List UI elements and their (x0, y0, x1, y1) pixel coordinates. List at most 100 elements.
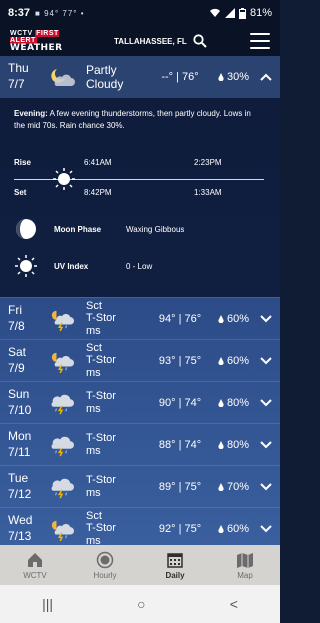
daily-forecast-list[interactable]: Thu 7/7 Partly Cloudy --° | 76° 30% Even… (0, 56, 280, 545)
chevron-up-icon[interactable] (260, 73, 272, 81)
low-temp: 75° (184, 522, 202, 535)
moonrise-time: 2:23PM (194, 158, 222, 167)
search-icon[interactable] (193, 34, 207, 48)
home-button[interactable]: ○ (137, 596, 145, 612)
condition-line2: T-Stor (86, 473, 116, 486)
logo-brand: WCTV (10, 29, 33, 37)
high-temp: 94° (158, 312, 176, 325)
condition-line1: Sct (86, 341, 102, 354)
uv-sun-icon (15, 255, 37, 277)
day-label: Wed 7/13 (8, 513, 48, 544)
condition-line1: Sct (86, 299, 102, 312)
rain-value: 80% (227, 396, 250, 409)
chevron-down-icon[interactable] (260, 398, 272, 407)
temperatures: 89° | 75° (142, 481, 218, 493)
hamburger-menu-icon[interactable] (250, 33, 270, 49)
storm-icon (51, 394, 74, 414)
sun-storm-icon (51, 310, 74, 331)
condition-text: Partly Cloudy (86, 62, 124, 91)
condition-line2: T-Stor (86, 312, 116, 325)
forecast-row-sat[interactable]: Sat 7/9 Sct T-Stor ms 93° | 75° 60% (0, 339, 280, 381)
day-label: Thu 7/7 (8, 61, 48, 92)
nav-label-daily: Daily (165, 570, 185, 580)
storm-icon (51, 478, 74, 498)
condition-line2: T-Stor (86, 354, 116, 367)
day-name: Sat (8, 344, 27, 359)
forecast-row-tue[interactable]: Tue 7/12 T-Stor ms 89° | 75° 70% (0, 465, 280, 507)
moon-phase-label: Moon Phase (54, 224, 102, 234)
rain-chance: 80% (218, 439, 260, 451)
notification-icons: ■ 94° 77° • (35, 8, 85, 18)
calendar-icon (167, 552, 183, 568)
rain-value: 80% (227, 438, 250, 451)
chevron-down-icon[interactable] (260, 440, 272, 449)
nav-daily[interactable]: Daily (140, 545, 210, 585)
day-name: Thu (8, 61, 29, 76)
day-date: 7/10 (8, 402, 32, 417)
rain-chance: 60% (218, 313, 260, 325)
temperatures: 90° | 74° (142, 397, 218, 409)
moon-phase-value: Waxing Gibbous (126, 224, 185, 234)
temperatures: 94° | 76° (142, 313, 218, 325)
nav-label-map: Map (237, 570, 253, 580)
day-date: 7/7 (8, 77, 25, 91)
condition-line3: ms (86, 444, 101, 457)
period-label: Evening: (14, 109, 48, 118)
forecast-row-expanded[interactable]: Thu 7/7 Partly Cloudy --° | 76° 30% (0, 56, 280, 98)
temperatures: 88° | 74° (142, 439, 218, 451)
wctv-logo[interactable]: WCTV FIRST ALERT WEATHER (10, 29, 66, 53)
day-label: Mon 7/11 (8, 429, 48, 460)
forecast-description: Evening: A few evening thunderstorms, th… (14, 108, 264, 131)
raindrop-icon (218, 356, 224, 365)
raindrop-icon (218, 398, 224, 407)
high-temp: --° (161, 71, 174, 83)
day-rows: Fri 7/8 Sct T-Stor ms 94° | 76° 60% Sat 7/9 Sct T-… (0, 297, 280, 545)
nav-wctv[interactable]: WCTV (0, 545, 70, 585)
moon-cloud-icon (51, 69, 75, 86)
day-name: Tue (8, 470, 29, 485)
day-label: Fri 7/8 (8, 303, 48, 334)
low-temp: 75° (184, 354, 202, 367)
day-date: 7/8 (8, 318, 25, 333)
rain-chance: 70% (218, 481, 260, 493)
condition-line3: ms (86, 366, 101, 379)
back-button[interactable]: < (230, 596, 238, 612)
day-label: Tue 7/12 (8, 471, 48, 502)
raindrop-icon (218, 524, 224, 533)
set-label: Set (14, 188, 27, 197)
chevron-down-icon[interactable] (260, 356, 272, 365)
status-bar: 8:37 ■ 94° 77° • 81% (0, 0, 280, 26)
sunrise-time: 6:41AM (84, 158, 112, 167)
location-label[interactable]: TALLAHASSEE, FL (114, 37, 187, 46)
forecast-row-sun[interactable]: Sun 7/10 T-Stor ms 90° | 74° 80% (0, 381, 280, 423)
moon-phase-icon (16, 219, 36, 239)
day-label: Sat 7/9 (8, 345, 48, 376)
logo-line1: WCTV FIRST ALERT (10, 29, 66, 44)
condition-line1: Sct (86, 509, 102, 522)
temp-separator: | (178, 480, 182, 493)
chevron-down-icon[interactable] (260, 314, 272, 323)
wifi-icon (209, 8, 220, 17)
sun-moon-times: Rise Set 6:41AM 8:42PM 2:23PM 1:33AM (14, 154, 264, 206)
recents-button[interactable]: ||| (42, 596, 53, 612)
moon-phase-row: Moon Phase Waxing Gibbous (14, 215, 264, 243)
chevron-down-icon[interactable] (260, 524, 272, 533)
chevron-down-icon[interactable] (260, 482, 272, 491)
nav-map[interactable]: Map (210, 545, 280, 585)
condition-line3: ms (86, 402, 101, 415)
nav-hourly[interactable]: Hourly (70, 545, 140, 585)
temp-separator: | (178, 522, 182, 535)
forecast-row-fri[interactable]: Fri 7/8 Sct T-Stor ms 94° | 76° 60% (0, 297, 280, 339)
sun-storm-icon (51, 352, 74, 373)
condition-text: T-Stor ms (86, 432, 142, 457)
high-temp: 90° (158, 396, 176, 409)
condition-line3: ms (86, 486, 101, 499)
clock-icon (96, 551, 114, 568)
forecast-row-wed[interactable]: Wed 7/13 Sct T-Stor ms 92° | 75° 60% (0, 507, 280, 545)
rain-chance: 60% (218, 355, 260, 367)
temp-separator: | (178, 354, 182, 367)
day-date: 7/9 (8, 360, 25, 375)
forecast-row-mon[interactable]: Mon 7/11 T-Stor ms 88° | 74° 80% (0, 423, 280, 465)
day-detail-panel: Evening: A few evening thunderstorms, th… (0, 98, 280, 297)
temp-separator: | (176, 71, 179, 83)
